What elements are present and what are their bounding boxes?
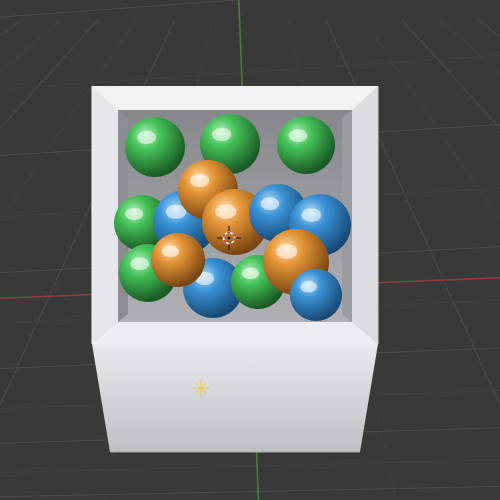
sphere-highlight <box>162 245 179 257</box>
sphere-green[interactable] <box>125 117 185 177</box>
viewport-3d[interactable] <box>0 0 500 500</box>
box-rim-left <box>92 86 118 344</box>
box-rim-right <box>352 86 378 344</box>
sphere-highlight <box>276 244 297 259</box>
sphere-highlight <box>137 131 156 144</box>
sphere-group[interactable] <box>114 114 351 321</box>
box-rim-top <box>92 86 378 110</box>
sphere-highlight <box>301 208 321 222</box>
box-front-face <box>92 344 378 452</box>
sphere-highlight <box>131 257 150 270</box>
sphere-orange[interactable] <box>151 233 205 287</box>
scene-objects[interactable] <box>0 0 500 500</box>
sphere-highlight <box>261 197 280 210</box>
sphere-highlight <box>300 281 317 292</box>
sphere-green[interactable] <box>277 116 335 174</box>
sphere-highlight <box>242 267 259 279</box>
sphere-highlight <box>212 128 231 141</box>
box-front-lip2 <box>92 322 378 344</box>
sphere-highlight <box>125 208 143 220</box>
sphere-highlight <box>215 204 236 219</box>
sphere-highlight <box>289 129 308 142</box>
sphere-highlight <box>190 174 209 187</box>
sphere-blue[interactable] <box>290 269 342 321</box>
